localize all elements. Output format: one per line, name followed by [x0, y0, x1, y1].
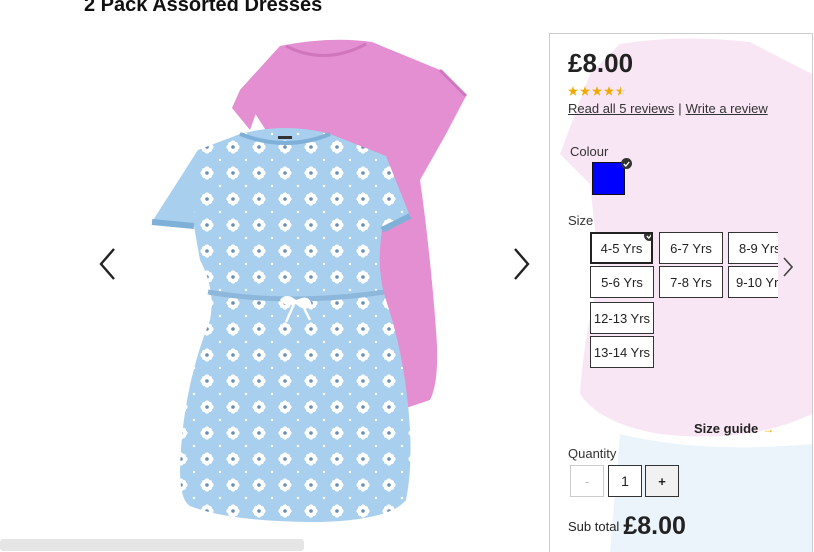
read-reviews-link[interactable]: Read all 5 reviews [568, 101, 674, 116]
write-review-link[interactable]: Write a review [686, 101, 768, 116]
size-guide-label: Size guide [694, 421, 759, 436]
next-image-arrow[interactable] [507, 244, 537, 284]
size-option-12-13[interactable]: 12-13 Yrs [590, 302, 654, 334]
star-icon [592, 86, 602, 96]
size-option-label: 8-9 Yrs [739, 240, 778, 256]
subtotal: Sub total £8.00 [568, 512, 686, 541]
product-image [151, 39, 468, 522]
quantity-label: Quantity [568, 446, 617, 461]
size-option-label: 4-5 Yrs [600, 240, 643, 256]
size-option-label: 12-13 Yrs [593, 310, 651, 326]
reviews-links: Read all 5 reviews | Write a review [568, 101, 768, 116]
reviews-separator: | [678, 101, 682, 116]
product-details-panel: £8.00 Read all 5 reviews | Write a review … [549, 33, 813, 552]
size-option-5-6[interactable]: 5-6 Yrs [590, 266, 654, 298]
star-icon [604, 86, 614, 96]
arrow-right-icon: → [762, 422, 775, 436]
check-icon [644, 234, 651, 241]
chevron-right-icon [783, 257, 793, 277]
size-option-label: 7-8 Yrs [670, 274, 712, 290]
size-option-13-14[interactable]: 13-14 Yrs [590, 336, 654, 368]
horizontal-scrollbar[interactable] [0, 539, 304, 551]
star-icon [568, 86, 578, 96]
subtotal-label: Sub total [568, 519, 620, 534]
chevron-left-icon [99, 248, 115, 280]
size-option-label: 6-7 Yrs [670, 240, 712, 256]
size-option-9-10[interactable]: 9-10 Yrs [728, 266, 778, 298]
quantity-decrease-button[interactable]: - [570, 465, 604, 497]
size-option-8-9[interactable]: 8-9 Yrs [728, 232, 778, 264]
size-option-label: 5-6 Yrs [601, 274, 643, 290]
colour-label: Colour [570, 144, 609, 159]
star-rating [568, 86, 626, 96]
quantity-increase-button[interactable]: + [645, 465, 679, 497]
product-title: 2 Pack Assorted Dresses [84, 0, 323, 16]
colour-option[interactable] [592, 158, 632, 198]
size-option-7-8[interactable]: 7-8 Yrs [659, 266, 723, 298]
product-price: £8.00 [568, 48, 634, 78]
half-star-icon [616, 86, 626, 96]
colour-swatch-blue[interactable] [592, 162, 625, 195]
size-option-label: 9-10 Yrs [736, 274, 778, 290]
product-image-gallery [90, 30, 540, 540]
size-label: Size [568, 213, 594, 228]
check-icon [621, 158, 632, 169]
size-option-label: 13-14 Yrs [593, 344, 651, 360]
chevron-right-icon [514, 248, 530, 280]
size-option-4-5[interactable]: 4-5 Yrs [590, 232, 653, 264]
size-scroll-next-button[interactable] [778, 252, 798, 282]
quantity-input[interactable] [608, 465, 642, 497]
subtotal-value: £8.00 [623, 512, 686, 540]
size-option-6-7[interactable]: 6-7 Yrs [659, 232, 723, 264]
star-icon [580, 86, 590, 96]
previous-image-arrow[interactable] [92, 244, 122, 284]
size-guide-link[interactable]: Size guide → [694, 421, 774, 436]
